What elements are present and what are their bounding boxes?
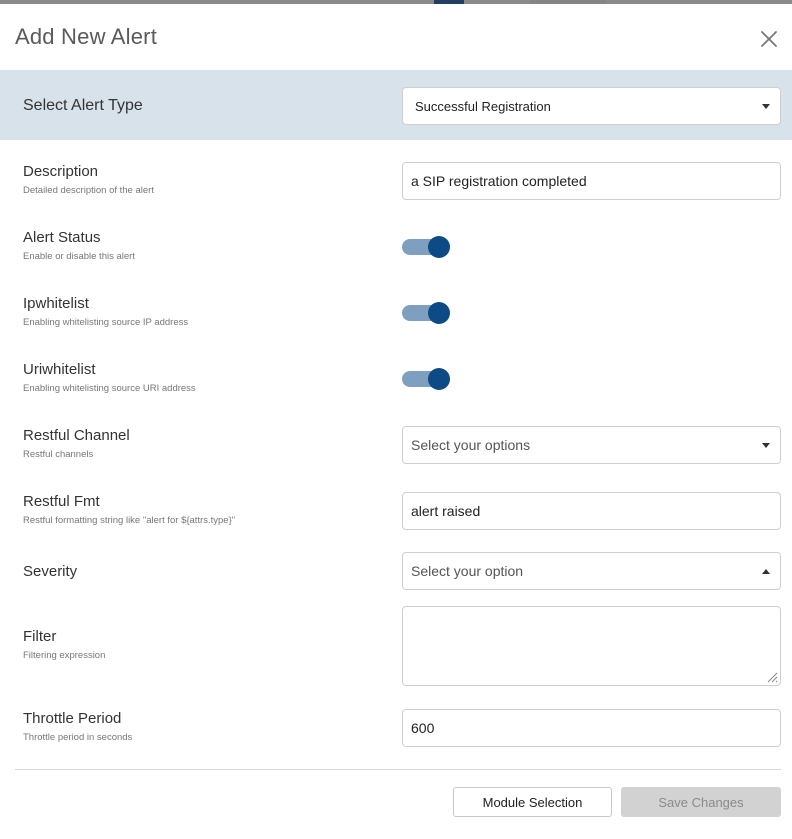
restful-channel-select[interactable]: Select your options bbox=[402, 426, 781, 464]
chevron-up-icon bbox=[762, 568, 770, 574]
throttle-period-label: Throttle Period bbox=[23, 710, 122, 727]
uriwhitelist-help: Enabling whitelisting source URI address bbox=[23, 383, 196, 394]
toggle-knob bbox=[428, 302, 450, 324]
toggle-knob bbox=[428, 368, 450, 390]
severity-label: Severity bbox=[23, 563, 78, 580]
alert-status-toggle[interactable] bbox=[402, 235, 450, 258]
ipwhitelist-toggle[interactable] bbox=[402, 301, 450, 324]
throttle-period-help: Throttle period in seconds bbox=[23, 732, 133, 743]
restful-channel-placeholder: Select your options bbox=[411, 437, 531, 453]
modal-title: Add New Alert bbox=[15, 24, 158, 49]
ipwhitelist-label: Ipwhitelist bbox=[23, 295, 89, 312]
throttle-period-input[interactable] bbox=[402, 709, 781, 747]
alert-type-label: Select Alert Type bbox=[23, 97, 143, 114]
alert-status-label: Alert Status bbox=[23, 229, 101, 246]
modal-header: Add New Alert bbox=[0, 4, 792, 70]
add-alert-modal: Add New Alert Select Alert Type Successf… bbox=[0, 4, 792, 839]
filter-help: Filtering expression bbox=[23, 650, 106, 661]
uriwhitelist-label: Uriwhitelist bbox=[23, 361, 96, 378]
alert-type-band: Select Alert Type Successful Registratio… bbox=[0, 70, 792, 140]
resize-grip-icon[interactable] bbox=[766, 671, 778, 683]
restful-fmt-input[interactable] bbox=[402, 492, 781, 530]
restful-fmt-label: Restful Fmt bbox=[23, 493, 100, 510]
restful-channel-label: Restful Channel bbox=[23, 427, 130, 444]
alert-type-select[interactable]: Successful Registration bbox=[402, 87, 781, 125]
close-button[interactable] bbox=[756, 26, 782, 52]
restful-channel-help: Restful channels bbox=[23, 449, 94, 460]
chevron-down-icon bbox=[762, 442, 770, 448]
chevron-down-icon bbox=[762, 103, 770, 109]
save-changes-button[interactable]: Save Changes bbox=[621, 787, 781, 817]
ipwhitelist-help: Enabling whitelisting source IP address bbox=[23, 317, 189, 328]
description-label: Description bbox=[23, 163, 99, 180]
severity-placeholder: Select your option bbox=[411, 563, 524, 579]
severity-select[interactable]: Select your option bbox=[402, 552, 781, 590]
module-selection-button[interactable]: Module Selection bbox=[453, 787, 612, 817]
toggle-knob bbox=[428, 236, 450, 258]
close-icon bbox=[761, 31, 777, 47]
filter-textarea[interactable] bbox=[402, 606, 781, 686]
description-input[interactable] bbox=[402, 162, 781, 200]
restful-fmt-help: Restful formatting string like "alert fo… bbox=[23, 515, 236, 526]
alert-type-selected: Successful Registration bbox=[415, 98, 551, 114]
filter-label: Filter bbox=[23, 628, 57, 645]
footer-divider bbox=[15, 769, 781, 770]
uriwhitelist-toggle[interactable] bbox=[402, 367, 450, 390]
description-help: Detailed description of the alert bbox=[23, 185, 154, 196]
alert-status-help: Enable or disable this alert bbox=[23, 251, 135, 262]
